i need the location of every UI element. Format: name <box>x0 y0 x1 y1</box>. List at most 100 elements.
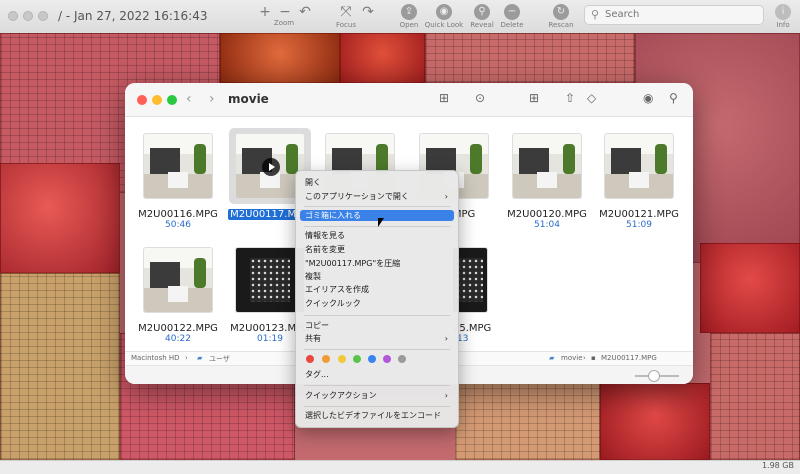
minimize-window-button[interactable] <box>23 11 33 21</box>
chevron-right-icon: › <box>185 354 188 362</box>
menu-compress[interactable]: "M2U00117.MPG"を圧縮 <box>300 258 454 269</box>
zoom-label: Zoom <box>273 19 295 27</box>
treemap-block[interactable] <box>425 33 635 83</box>
menu-duplicate[interactable]: 複製 <box>300 271 454 282</box>
treemap-block[interactable] <box>710 333 800 460</box>
tag-icon[interactable]: ◇ <box>587 91 596 105</box>
menu-separator <box>304 226 450 227</box>
open-button[interactable]: ⇪ Open <box>396 4 422 30</box>
menu-quick-actions[interactable]: クイックアクション › <box>300 390 454 401</box>
finder-title: movie <box>228 92 269 106</box>
menu-open[interactable]: 開く <box>300 177 454 188</box>
eye-icon[interactable]: ◉ <box>643 91 653 105</box>
context-menu: 開く このアプリケーションで開く › ゴミ箱に入れる 情報を見る 名前を変更 "… <box>295 170 459 428</box>
info-button[interactable]: i Info <box>772 4 794 30</box>
video-thumbnail <box>513 134 581 198</box>
menu-separator <box>304 406 450 407</box>
delete-icon: − <box>504 4 520 20</box>
quick-look-button[interactable]: ◉ Quick Look <box>424 4 464 30</box>
chevron-right-icon: › <box>583 354 586 362</box>
forward-icon[interactable]: › <box>209 91 215 107</box>
chevron-right-icon: › <box>444 334 448 343</box>
app-toolbar: / - Jan 27, 2022 16:16:43 + − ↶ Zoom ⤧ F… <box>0 0 800 34</box>
tag-purple-icon[interactable] <box>383 355 391 363</box>
treemap-block[interactable] <box>340 33 425 83</box>
folder-icon: ▰ <box>549 354 555 362</box>
rescan-button[interactable]: ↻ Rescan <box>546 4 576 30</box>
menu-encode-video[interactable]: 選択したビデオファイルをエンコード <box>300 410 454 421</box>
info-icon: i <box>775 4 791 20</box>
search-icon[interactable]: ⚲ <box>669 91 678 105</box>
folder-icon: ▰ <box>197 354 203 362</box>
treemap-block[interactable] <box>455 383 600 460</box>
mouse-pointer-icon <box>378 218 384 227</box>
menu-separator <box>304 385 450 386</box>
tag-blue-icon[interactable] <box>368 355 376 363</box>
delete-button[interactable]: − Delete <box>498 4 526 30</box>
finder-zoom-button[interactable] <box>167 95 177 105</box>
menu-separator <box>304 349 450 350</box>
group-icon[interactable]: ⊞ <box>529 91 539 105</box>
path-file[interactable]: M2U00117.MPG <box>601 354 657 362</box>
open-icon: ⇪ <box>401 4 417 20</box>
file-item[interactable]: M2U00116.MPG 50:46 <box>133 134 223 230</box>
menu-get-info[interactable]: 情報を見る <box>300 230 454 241</box>
menu-make-alias[interactable]: エイリアスを作成 <box>300 284 454 295</box>
tag-yellow-icon[interactable] <box>338 355 346 363</box>
search-icon: ⚲ <box>591 8 600 21</box>
finder-minimize-button[interactable] <box>152 95 162 105</box>
close-window-button[interactable] <box>8 11 18 21</box>
tag-red-icon[interactable] <box>306 355 314 363</box>
video-thumbnail <box>236 248 304 312</box>
search-input[interactable] <box>603 8 757 21</box>
file-item[interactable]: M2U00120.MPG 51:04 <box>502 134 592 230</box>
window-title: / - Jan 27, 2022 16:16:43 <box>58 9 208 23</box>
chevron-right-icon: › <box>444 192 448 201</box>
treemap-block[interactable] <box>0 163 120 273</box>
treemap-block[interactable] <box>220 33 340 83</box>
rescan-icon: ↻ <box>553 4 569 20</box>
back-icon[interactable]: ‹ <box>186 91 192 107</box>
menu-tags[interactable]: タグ... <box>300 369 454 380</box>
zoom-window-button[interactable] <box>38 11 48 21</box>
menu-separator <box>304 206 450 207</box>
file-icon: ▪ <box>591 354 596 362</box>
chevron-right-icon: › <box>444 391 448 400</box>
status-bar: 1.98 GB <box>0 460 800 474</box>
video-thumbnail <box>144 134 212 198</box>
icon-view-icon[interactable]: ⊞ <box>439 91 449 105</box>
path-folder[interactable]: movie <box>561 354 583 362</box>
treemap-block[interactable] <box>0 273 120 460</box>
menu-copy[interactable]: コピー <box>300 320 454 331</box>
video-thumbnail <box>605 134 673 198</box>
file-item[interactable]: M2U00122.MPG 40:22 <box>133 248 223 344</box>
file-item[interactable]: M2U00121.MPG 51:09 <box>594 134 684 230</box>
focus-button[interactable]: ⤧ Focus <box>333 4 359 30</box>
tag-gray-icon[interactable] <box>398 355 406 363</box>
menu-rename[interactable]: 名前を変更 <box>300 244 454 255</box>
path-root[interactable]: Macintosh HD <box>131 354 180 362</box>
focus-back-button[interactable]: ↷ <box>360 4 376 20</box>
menu-quick-look[interactable]: クイックルック <box>300 298 454 309</box>
reveal-button[interactable]: ⚲ Reveal <box>468 4 496 30</box>
play-icon <box>262 158 280 176</box>
menu-separator <box>304 315 450 316</box>
icon-size-slider-knob[interactable] <box>648 370 660 382</box>
video-thumbnail <box>236 134 304 198</box>
video-thumbnail <box>144 248 212 312</box>
menu-open-with[interactable]: このアプリケーションで開く › <box>300 191 454 202</box>
search-field[interactable]: ⚲ <box>584 5 764 25</box>
finder-close-button[interactable] <box>137 95 147 105</box>
eye-icon: ◉ <box>436 4 452 20</box>
path-users[interactable]: ユーザ <box>209 354 230 364</box>
share-icon[interactable]: ⇧ <box>565 91 575 105</box>
menu-share[interactable]: 共有 › <box>300 333 454 344</box>
tag-green-icon[interactable] <box>353 355 361 363</box>
tag-orange-icon[interactable] <box>322 355 330 363</box>
action-menu-icon[interactable]: ⊙ <box>475 91 485 105</box>
finder-toolbar: ‹ › movie ⊞ ⊙ ⊞ ⇧ ◇ ◉ ⚲ <box>125 83 693 117</box>
treemap-block[interactable] <box>700 243 800 333</box>
menu-move-to-trash[interactable]: ゴミ箱に入れる <box>300 210 454 221</box>
treemap-block[interactable] <box>600 383 710 460</box>
magnifier-icon: ⚲ <box>474 4 490 20</box>
